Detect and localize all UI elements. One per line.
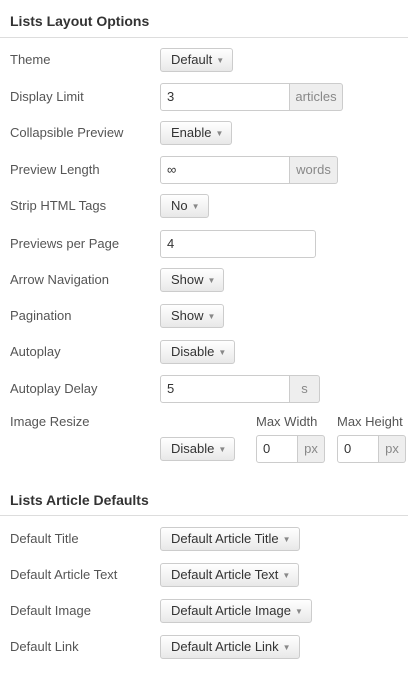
- arrow-navigation-label: Arrow Navigation: [10, 272, 109, 287]
- strip-html-dropdown[interactable]: No ▼: [160, 194, 209, 218]
- collapsible-preview-label: Collapsible Preview: [10, 125, 124, 140]
- preview-length-unit: words: [290, 156, 338, 184]
- max-width-unit: px: [298, 435, 325, 463]
- max-height-unit: px: [379, 435, 406, 463]
- max-width-input[interactable]: 0: [256, 435, 298, 463]
- caret-down-icon: ▼: [282, 570, 291, 580]
- default-image-label: Default Image: [10, 603, 91, 618]
- display-limit-unit: articles: [290, 83, 343, 111]
- caret-down-icon: ▼: [191, 201, 200, 211]
- previews-per-page-input[interactable]: 4: [160, 230, 316, 258]
- autoplay-value: Disable: [171, 344, 215, 359]
- caret-down-icon: ▼: [282, 642, 291, 652]
- autoplay-label: Autoplay: [10, 344, 61, 359]
- section-divider: [0, 515, 408, 516]
- caret-down-icon: ▼: [207, 275, 216, 285]
- pagination-dropdown[interactable]: Show ▼: [160, 304, 225, 328]
- arrow-navigation-dropdown[interactable]: Show ▼: [160, 268, 225, 292]
- preview-length-input[interactable]: ∞: [160, 156, 290, 184]
- caret-down-icon: ▼: [218, 444, 227, 454]
- autoplay-delay-input[interactable]: 5: [160, 375, 290, 403]
- pagination-label: Pagination: [10, 308, 72, 323]
- autoplay-delay-unit: s: [290, 375, 320, 403]
- display-limit-input[interactable]: 3: [160, 83, 290, 111]
- image-resize-value: Disable: [171, 441, 215, 456]
- caret-down-icon: ▼: [218, 347, 227, 357]
- default-title-value: Default Article Title: [171, 531, 279, 546]
- section-divider: [0, 37, 408, 38]
- collapsible-preview-value: Enable: [171, 125, 212, 140]
- strip-html-label: Strip HTML Tags: [10, 198, 107, 213]
- pagination-value: Show: [171, 308, 204, 323]
- display-limit-label: Display Limit: [10, 89, 84, 104]
- default-image-value: Default Article Image: [171, 603, 291, 618]
- section-title-layout-options: Lists Layout Options: [10, 13, 150, 29]
- autoplay-delay-label: Autoplay Delay: [10, 381, 98, 396]
- image-resize-label: Image Resize: [10, 414, 90, 429]
- theme-label: Theme: [10, 52, 51, 67]
- default-link-label: Default Link: [10, 639, 79, 654]
- default-link-value: Default Article Link: [171, 639, 279, 654]
- default-image-dropdown[interactable]: Default Article Image ▼: [160, 599, 312, 623]
- preview-length-label: Preview Length: [10, 162, 100, 177]
- autoplay-dropdown[interactable]: Disable ▼: [160, 340, 236, 364]
- theme-value: Default: [171, 52, 213, 67]
- default-title-label: Default Title: [10, 531, 79, 546]
- caret-down-icon: ▼: [282, 534, 291, 544]
- caret-down-icon: ▼: [215, 128, 224, 138]
- previews-per-page-label: Previews per Page: [10, 236, 120, 251]
- default-link-dropdown[interactable]: Default Article Link ▼: [160, 635, 300, 659]
- caret-down-icon: ▼: [207, 311, 216, 321]
- max-height-input[interactable]: 0: [337, 435, 379, 463]
- arrow-navigation-value: Show: [171, 272, 204, 287]
- caret-down-icon: ▼: [294, 606, 303, 616]
- collapsible-preview-dropdown[interactable]: Enable ▼: [160, 121, 233, 145]
- strip-html-value: No: [171, 198, 188, 213]
- theme-dropdown[interactable]: Default ▼: [160, 48, 234, 72]
- image-resize-dropdown[interactable]: Disable ▼: [160, 437, 236, 461]
- section-title-article-defaults: Lists Article Defaults: [10, 492, 149, 508]
- default-text-value: Default Article Text: [171, 567, 279, 582]
- default-text-label: Default Article Text: [10, 567, 118, 582]
- max-height-label: Max Height: [337, 414, 403, 429]
- default-title-dropdown[interactable]: Default Article Title ▼: [160, 527, 300, 551]
- default-text-dropdown[interactable]: Default Article Text ▼: [160, 563, 300, 587]
- max-width-label: Max Width: [256, 414, 318, 429]
- caret-down-icon: ▼: [216, 55, 225, 65]
